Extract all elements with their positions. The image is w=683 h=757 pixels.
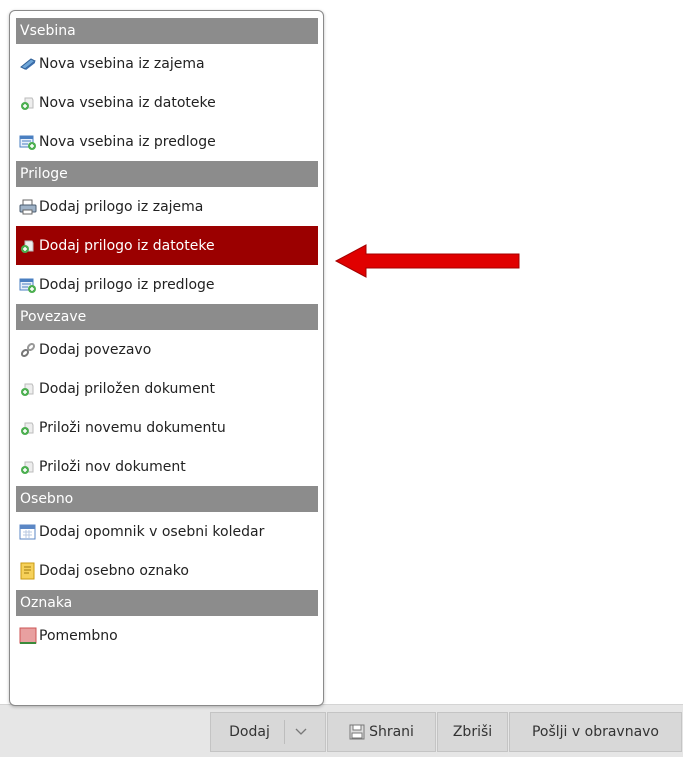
link-icon	[19, 341, 37, 359]
scanner-icon	[19, 55, 37, 73]
chevron-down-icon	[295, 724, 307, 740]
file-add-icon	[19, 237, 37, 255]
save-icon	[349, 724, 365, 740]
file-add-icon	[19, 419, 37, 437]
zbrisi-button-label: Zbriši	[452, 724, 493, 740]
poslji-button-label: Pošlji v obravnavo	[531, 724, 660, 740]
menu-item-label: Dodaj prilogo iz datoteke	[39, 237, 215, 254]
section-header-oznaka: Oznaka	[16, 590, 318, 616]
note-icon	[19, 562, 37, 580]
menu-item-dodaj-prilogo-iz-predloge[interactable]: Dodaj prilogo iz predloge	[16, 265, 318, 304]
menu-item-pomembno[interactable]: Pomembno	[16, 616, 318, 655]
add-dropdown-menu: Vsebina Nova vsebina iz zajema Nova vseb…	[9, 10, 324, 706]
menu-item-nova-vsebina-iz-predloge[interactable]: Nova vsebina iz predloge	[16, 122, 318, 161]
menu-item-nova-vsebina-iz-zajema[interactable]: Nova vsebina iz zajema	[16, 44, 318, 83]
menu-item-label: Nova vsebina iz datoteke	[39, 94, 216, 111]
printer-icon	[19, 198, 37, 216]
dodaj-button-label: Dodaj	[229, 724, 270, 740]
template-icon	[19, 276, 37, 294]
menu-item-label: Dodaj povezavo	[39, 341, 152, 358]
menu-item-prilozi-nov-dokument[interactable]: Priloži nov dokument	[16, 447, 318, 486]
menu-item-dodaj-opomnik[interactable]: Dodaj opomnik v osebni koledar	[16, 512, 318, 551]
menu-item-nova-vsebina-iz-datoteke[interactable]: Nova vsebina iz datoteke	[16, 83, 318, 122]
menu-item-label: Priloži novemu dokumentu	[39, 419, 226, 436]
menu-item-label: Dodaj prilogo iz zajema	[39, 198, 204, 215]
menu-item-dodaj-povezavo[interactable]: Dodaj povezavo	[16, 330, 318, 369]
dodaj-dropdown-button[interactable]: Dodaj	[210, 712, 326, 752]
calendar-icon	[19, 523, 37, 541]
section-header-priloge: Priloge	[16, 161, 318, 187]
button-divider	[283, 720, 285, 744]
menu-item-label: Dodaj prilogo iz predloge	[39, 276, 215, 293]
menu-item-dodaj-prilozen-dokument[interactable]: Dodaj priložen dokument	[16, 369, 318, 408]
file-add-icon	[19, 458, 37, 476]
template-icon	[19, 133, 37, 151]
zbrisi-button[interactable]: Zbriši	[437, 712, 508, 752]
menu-item-dodaj-osebno-oznako[interactable]: Dodaj osebno oznako	[16, 551, 318, 590]
bottom-toolbar: Dodaj Shrani Zbriši Pošlji v obravnavo	[0, 712, 683, 752]
menu-item-label: Dodaj osebno oznako	[39, 562, 189, 579]
menu-item-label: Dodaj priložen dokument	[39, 380, 216, 397]
menu-item-dodaj-prilogo-iz-datoteke[interactable]: Dodaj prilogo iz datoteke	[16, 226, 318, 265]
menu-item-label: Nova vsebina iz predloge	[39, 133, 216, 150]
file-add-icon	[19, 94, 37, 112]
section-header-vsebina: Vsebina	[16, 18, 318, 44]
menu-item-label: Dodaj opomnik v osebni koledar	[39, 523, 265, 540]
file-add-icon	[19, 380, 37, 398]
menu-item-prilozi-novemu-dokumentu[interactable]: Priloži novemu dokumentu	[16, 408, 318, 447]
menu-item-label: Pomembno	[39, 627, 118, 644]
section-header-osebno: Osebno	[16, 486, 318, 512]
shrani-button-label: Shrani	[369, 724, 414, 740]
red-flag-icon	[19, 627, 37, 645]
shrani-button[interactable]: Shrani	[327, 712, 436, 752]
menu-item-dodaj-prilogo-iz-zajema[interactable]: Dodaj prilogo iz zajema	[16, 187, 318, 226]
menu-item-label: Nova vsebina iz zajema	[39, 55, 205, 72]
red-pointer-arrow-icon	[334, 244, 520, 278]
section-header-povezave: Povezave	[16, 304, 318, 330]
menu-item-label: Priloži nov dokument	[39, 458, 186, 475]
poslji-v-obravnavo-button[interactable]: Pošlji v obravnavo	[509, 712, 682, 752]
